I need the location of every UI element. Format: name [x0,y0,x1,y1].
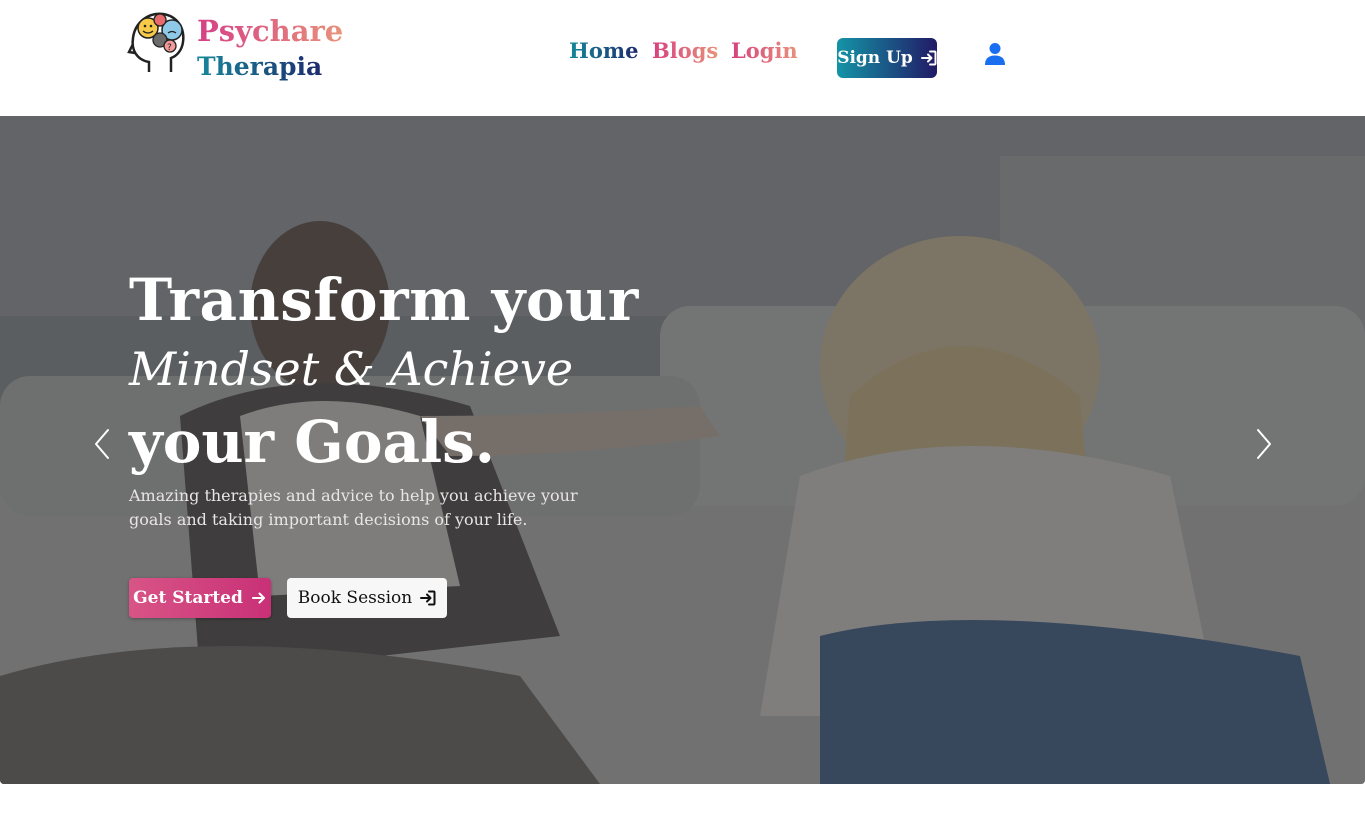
signup-label: Sign Up [837,48,913,68]
get-started-button[interactable]: Get Started [129,578,271,618]
get-started-label: Get Started [133,588,243,608]
book-session-button[interactable]: Book Session [287,578,447,618]
arrow-right-icon [251,592,265,604]
chevron-right-icon[interactable] [1252,426,1276,462]
site-header: ? Psychare Therapia Home Blogs Login Sig… [0,0,1365,116]
chevron-left-icon[interactable] [90,426,114,462]
brand-name-line2: Therapia [197,52,323,81]
hero-title-line3: your Goals. [129,408,495,476]
brand-logo[interactable]: ? Psychare Therapia [127,10,343,82]
svg-text:?: ? [167,43,172,53]
nav-login-link[interactable]: Login [731,38,798,68]
signup-button[interactable]: Sign Up [837,38,937,78]
nav-blogs-link[interactable]: Blogs [652,38,718,68]
hero-title-line1: Transform your [129,266,639,334]
brand-name-line1: Psychare [197,14,344,48]
hero-subtitle: Amazing therapies and advice to help you… [129,486,578,529]
brain-head-emotions-icon: ? [127,12,185,72]
nav-home-link[interactable]: Home [569,38,638,68]
book-session-label: Book Session [297,588,413,608]
sign-in-icon [920,50,937,66]
sign-in-icon [420,590,436,606]
hero-carousel: Transform your Mindset & Achieve your Go… [0,116,1365,784]
hero-title-line2: Mindset & Achieve [129,342,574,396]
user-icon[interactable] [984,42,1006,66]
